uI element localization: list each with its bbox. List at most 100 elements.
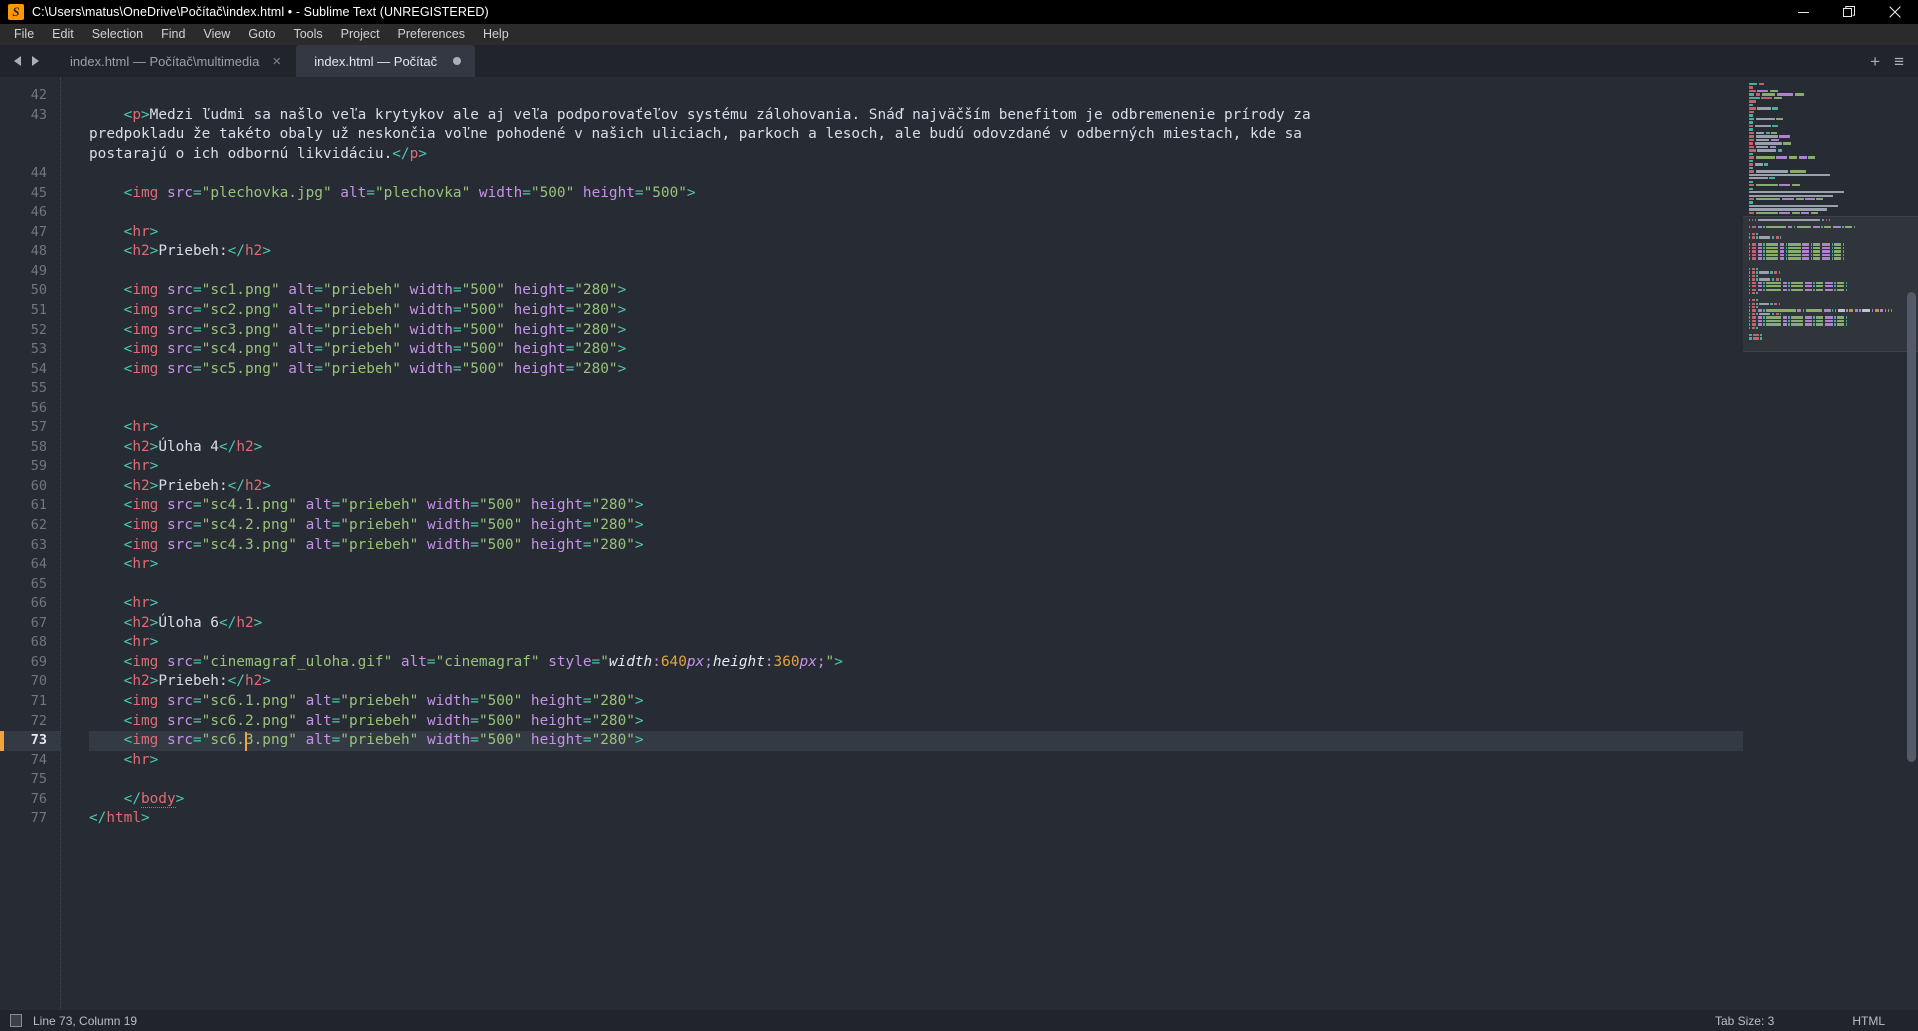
code-token-tag: h2 [244, 243, 263, 260]
menu-selection[interactable]: Selection [83, 25, 152, 45]
tab-index-html-pocitac[interactable]: index.html — Počítač [296, 45, 476, 77]
code-token-punct: < [89, 712, 133, 729]
code-line: <hr> [89, 751, 1743, 771]
code-token-attr: height [504, 360, 566, 377]
code-token-punct: > [175, 790, 185, 807]
line-number: 68 [30, 634, 47, 651]
menu-preferences[interactable]: Preferences [389, 25, 474, 45]
line-number: 44 [30, 165, 47, 182]
line-number: 51 [30, 302, 47, 319]
code-token-attr: height [504, 282, 566, 299]
code-token-punct: </ [218, 614, 237, 631]
code-token-str: "sc4.2.png" [201, 517, 297, 534]
tab-menu-icon[interactable]: ≡ [1894, 53, 1904, 70]
code-token-punct: = [452, 360, 462, 377]
menu-tools[interactable]: Tools [284, 25, 331, 45]
code-token-attr: src [158, 712, 193, 729]
menu-find[interactable]: Find [152, 25, 194, 45]
code-token-attr: alt [296, 732, 332, 749]
tab-nav-forward-icon[interactable] [30, 55, 41, 67]
cursor-position-status[interactable]: Line 73, Column 19 [33, 1014, 137, 1028]
line-number: 49 [30, 262, 47, 279]
code-token-attr: src [158, 360, 193, 377]
code-token-tag: img [132, 360, 159, 377]
minimap-line [1749, 211, 1910, 215]
tab-index-html-multimedia[interactable]: index.html — Počítač\multimedia × [52, 45, 296, 77]
code-token-str: "sc4.png" [201, 341, 280, 358]
line-number: 63 [30, 536, 47, 553]
code-line: <img src="sc4.1.png" alt="priebeh" width… [89, 496, 1743, 516]
code-token-punct: </ [227, 477, 245, 494]
code-token-tag: h2 [132, 243, 150, 260]
code-token-str: "priebeh" [322, 302, 401, 319]
code-token-punct: > [617, 360, 627, 377]
line-number: 76 [30, 790, 47, 807]
menu-project[interactable]: Project [332, 25, 389, 45]
line-number: 71 [30, 692, 47, 709]
code-token-attr: width [418, 732, 471, 749]
code-token-attr: src [158, 341, 193, 358]
code-token-text: Medzi ľudmi sa našlo veľa krytykov ale a… [89, 106, 1320, 162]
code-token-str: "priebeh" [340, 517, 419, 534]
code-token-punct: < [89, 243, 133, 260]
minimap-line [1749, 292, 1910, 295]
minimap-line [1749, 243, 1910, 246]
minimap-line [1749, 152, 1910, 156]
minimap-line [1749, 288, 1910, 291]
minimap-line [1749, 285, 1910, 288]
vertical-scrollbar[interactable] [1907, 292, 1916, 762]
code-token-str: "priebeh" [340, 732, 419, 749]
line-number: 42 [30, 87, 47, 103]
code-token-punct: > [617, 302, 627, 319]
code-token-str: "280" [591, 692, 635, 709]
minimap-line [1749, 114, 1910, 117]
code-token-punct: = [192, 184, 202, 201]
minimap-line [1749, 281, 1910, 284]
code-token-punct: = [366, 184, 375, 201]
code-line: <h2>Úloha 6</h2> [89, 614, 1743, 634]
tab-nav-back-icon[interactable] [12, 55, 23, 67]
minimap-line [1749, 131, 1910, 135]
line-number: 56 [30, 399, 47, 416]
code-token-punct: < [89, 419, 133, 436]
minimap-line [1749, 124, 1910, 128]
restore-icon[interactable] [1826, 0, 1872, 24]
code-text-area[interactable]: <p>Medzi ľudmi sa našlo veľa krytykov al… [60, 77, 1743, 1010]
tab-close-icon[interactable]: × [269, 54, 284, 69]
code-token-str: "cinemagraf_uloha.gif" [201, 653, 393, 670]
code-token-str: "sc6.2.png" [201, 712, 297, 729]
line-number: 55 [30, 380, 47, 397]
code-token-css-unit: px [686, 653, 705, 670]
line-number: 50 [30, 282, 47, 299]
code-token-punct: < [89, 673, 133, 690]
close-icon[interactable] [1872, 0, 1918, 24]
minimize-icon[interactable] [1780, 0, 1826, 24]
code-token-text: Úloha 6 [158, 614, 219, 631]
line-number: 70 [30, 673, 47, 690]
menu-view[interactable]: View [194, 25, 239, 45]
minimap-line [1749, 316, 1910, 319]
code-token-str: "280" [574, 282, 618, 299]
line-number: 74 [30, 751, 47, 768]
minimap[interactable] [1743, 77, 1918, 1010]
minimap-line [1749, 333, 1910, 337]
menu-goto[interactable]: Goto [239, 25, 284, 45]
menu-edit[interactable]: Edit [43, 25, 83, 45]
code-token-css-prop: width [608, 653, 653, 670]
minimap-line [1749, 180, 1910, 183]
code-token-punct: = [565, 321, 575, 338]
new-tab-icon[interactable]: + [1870, 53, 1880, 70]
menu-help[interactable]: Help [474, 25, 518, 45]
syntax-status[interactable]: HTML [1852, 1014, 1885, 1028]
menu-file[interactable]: File [5, 25, 43, 45]
sidebar-toggle-icon[interactable] [10, 1014, 22, 1027]
line-number: 48 [30, 243, 47, 260]
minimap-line [1749, 225, 1910, 229]
code-token-str: "280" [591, 712, 635, 729]
code-token-punct: = [470, 536, 479, 553]
code-token-text: Úloha 4 [158, 438, 219, 455]
tab-size-status[interactable]: Tab Size: 3 [1715, 1014, 1774, 1028]
code-token-str: "280" [574, 321, 618, 338]
code-token-tag: img [132, 321, 159, 338]
